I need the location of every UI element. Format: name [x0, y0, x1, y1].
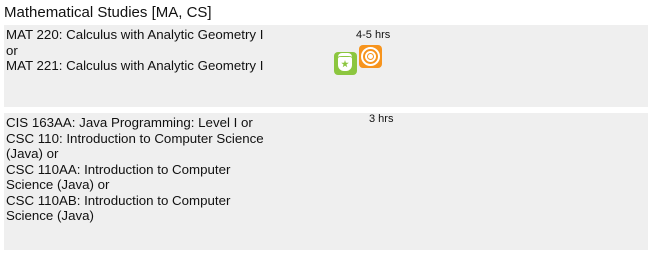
course-item: CSC 110AB: Introduction to Computer: [6, 192, 231, 208]
or-separator: or: [6, 42, 18, 58]
credit-hours: 4-5 hrs: [356, 29, 391, 41]
course-item: CIS 163AA: Java Programming: Level I or: [6, 115, 253, 130]
course-list: CIS 163AA: Java Programming: Level I or …: [6, 115, 326, 224]
requirement-row: CIS 163AA: Java Programming: Level I or …: [4, 113, 648, 250]
section-title: Mathematical Studies [MA, CS]: [4, 4, 212, 21]
green-star-bag-icon[interactable]: [334, 52, 357, 75]
credit-hours: 3 hrs: [369, 113, 394, 125]
course-item: CSC 110: Introduction to Computer Scienc…: [6, 130, 264, 146]
course-item: Science (Java): [6, 208, 94, 223]
course-item: MAT 220: Calculus with Analytic Geometry…: [6, 27, 264, 42]
course-item: Science (Java) or: [6, 177, 110, 192]
course-item: MAT 221: Calculus with Analytic Geometry…: [6, 58, 264, 73]
course-item: (Java) or: [6, 146, 59, 161]
course-item: CSC 110AA: Introduction to Computer: [6, 161, 231, 177]
course-requirements-page: Mathematical Studies [MA, CS] MAT 220: C…: [0, 0, 648, 258]
orange-target-icon[interactable]: [359, 45, 382, 68]
course-list: MAT 220: Calculus with Analytic Geometry…: [6, 27, 326, 74]
requirement-row: MAT 220: Calculus with Analytic Geometry…: [4, 25, 648, 107]
